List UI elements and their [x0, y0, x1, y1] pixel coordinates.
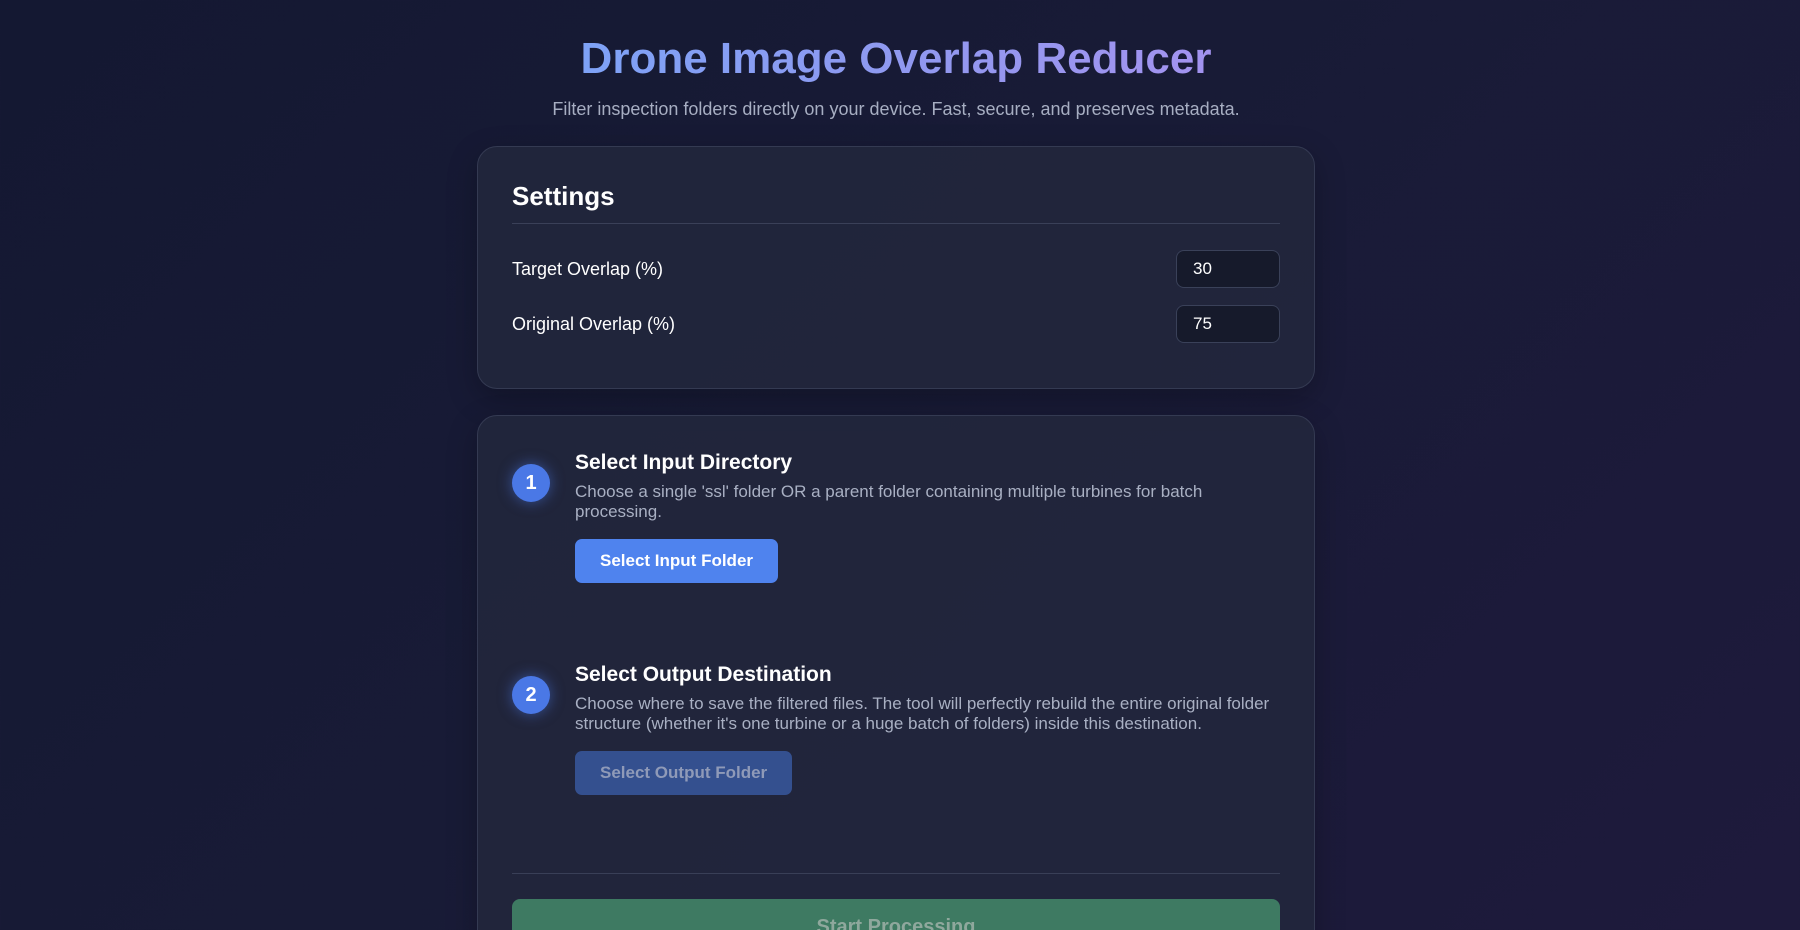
step-input-directory: 1 Select Input Directory Choose a single… [512, 450, 1280, 583]
original-overlap-row: Original Overlap (%) [512, 305, 1280, 343]
page-subtitle: Filter inspection folders directly on yo… [552, 99, 1240, 119]
settings-card: Settings Target Overlap (%) Original Ove… [477, 146, 1315, 389]
page-title: Drone Image Overlap Reducer [580, 34, 1212, 83]
original-overlap-label: Original Overlap (%) [512, 313, 676, 334]
step-number-badge: 2 [512, 676, 550, 714]
page-header: Drone Image Overlap Reducer Filter inspe… [0, 34, 1792, 120]
step-output-destination: 2 Select Output Destination Choose where… [512, 662, 1280, 795]
select-output-folder-button[interactable]: Select Output Folder [575, 751, 793, 795]
step-body: Select Output Destination Choose where t… [575, 662, 1280, 795]
target-overlap-row: Target Overlap (%) [512, 250, 1280, 288]
settings-title: Settings [512, 181, 615, 211]
step-description: Choose where to save the filtered files.… [575, 694, 1270, 733]
step-title: Select Output Destination [575, 663, 832, 686]
step-number-badge: 1 [512, 464, 550, 502]
step-title: Select Input Directory [575, 451, 793, 474]
step-description: Choose a single 'ssl' folder OR a parent… [575, 482, 1203, 521]
steps-card: 1 Select Input Directory Choose a single… [477, 415, 1315, 930]
step-body: Select Input Directory Choose a single '… [575, 450, 1280, 583]
target-overlap-label: Target Overlap (%) [512, 258, 664, 279]
steps-divider [512, 873, 1280, 874]
settings-divider [512, 223, 1280, 224]
start-processing-button[interactable]: Start Processing [512, 899, 1280, 930]
target-overlap-input[interactable] [1176, 250, 1280, 288]
original-overlap-input[interactable] [1176, 305, 1280, 343]
select-input-folder-button[interactable]: Select Input Folder [575, 539, 779, 583]
